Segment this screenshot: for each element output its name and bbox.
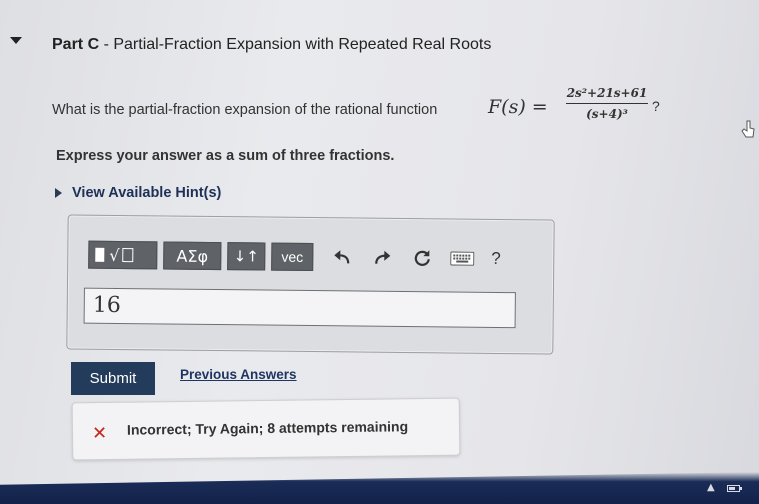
battery-icon[interactable] bbox=[727, 485, 742, 492]
redo-button[interactable] bbox=[367, 244, 397, 272]
feedback-box: ✕ Incorrect; Try Again; 8 attempts remai… bbox=[71, 397, 461, 461]
reset-icon bbox=[414, 250, 430, 266]
tray-expand-icon[interactable]: ▲ bbox=[707, 482, 715, 493]
instruction-text: Express your answer as a sum of three fr… bbox=[56, 148, 395, 164]
answer-panel: √ ΑΣφ ↓↑ vec ? 16 bbox=[66, 214, 555, 355]
templates-button[interactable]: √ bbox=[88, 240, 158, 270]
redo-icon bbox=[375, 250, 391, 264]
help-button[interactable]: ? bbox=[491, 249, 501, 269]
fraction-bar bbox=[566, 103, 648, 104]
part-title: Part C - Partial-Fraction Expansion with… bbox=[52, 36, 491, 54]
hint-label[interactable]: View Available Hint(s) bbox=[72, 185, 221, 201]
question-text: What is the partial-fraction expansion o… bbox=[52, 102, 438, 118]
keyboard-icon bbox=[450, 251, 475, 266]
question-mark: ? bbox=[652, 98, 660, 114]
expand-arrow-icon bbox=[55, 188, 62, 198]
part-label: Part C bbox=[52, 36, 100, 53]
function-lhs: F(s) = bbox=[488, 96, 548, 118]
keyboard-button[interactable] bbox=[447, 244, 477, 272]
answer-input[interactable]: 16 bbox=[83, 287, 516, 329]
mouse-pointer-icon bbox=[741, 120, 755, 138]
greek-symbols-button[interactable]: ΑΣφ bbox=[163, 241, 222, 271]
vector-button[interactable]: vec bbox=[271, 242, 314, 272]
radical-icon: √ bbox=[109, 245, 120, 265]
fraction: 2s²+21s+61 (s+4)³ bbox=[566, 86, 648, 121]
denominator: (s+4)³ bbox=[586, 107, 628, 121]
part-separator: - bbox=[99, 36, 114, 53]
templates-icon bbox=[95, 247, 105, 262]
taskbar bbox=[0, 472, 759, 504]
collapse-arrow-icon[interactable] bbox=[10, 37, 22, 44]
feedback-message: Incorrect; Try Again; 8 attempts remaini… bbox=[126, 418, 409, 438]
previous-answers-link[interactable]: Previous Answers bbox=[180, 367, 297, 382]
reset-button[interactable] bbox=[407, 244, 437, 272]
box-icon bbox=[122, 248, 134, 263]
numerator: 2s²+21s+61 bbox=[566, 86, 648, 100]
undo-icon bbox=[334, 250, 350, 264]
view-hints-toggle[interactable]: View Available Hint(s) bbox=[55, 183, 221, 203]
x-icon: ✕ bbox=[91, 422, 108, 445]
math-toolbar: √ ΑΣφ ↓↑ vec ? bbox=[88, 240, 501, 274]
undo-button[interactable] bbox=[327, 243, 357, 271]
part-title-text: Partial-Fraction Expansion with Repeated… bbox=[113, 36, 492, 53]
arrows-button[interactable]: ↓↑ bbox=[227, 242, 266, 271]
submit-button[interactable]: Submit bbox=[71, 362, 155, 395]
